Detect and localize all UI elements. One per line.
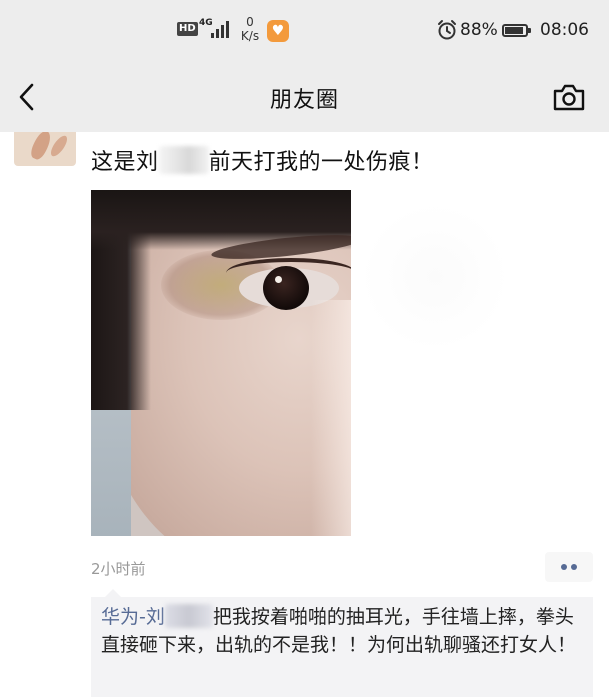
more-dots-icon[interactable] [545, 552, 593, 582]
comment-author[interactable]: 华为-刘 [101, 606, 165, 628]
camera-icon[interactable] [552, 82, 586, 112]
comment: 华为-刘 把我按着啪啪的抽耳光，手往墙上摔，拳头直接砸下来，出轨的不是我！！为何出… [101, 603, 587, 659]
post-photo[interactable] [91, 190, 351, 536]
photo-background [360, 202, 510, 352]
battery-icon [502, 24, 531, 37]
network-speed: 0 K/s [238, 15, 262, 43]
post-text-end: 前天打我的一处伤痕！ [208, 150, 434, 175]
redacted-name [158, 146, 209, 174]
comment-box: 华为-刘 把我按着啪啪的抽耳光，手往墙上摔，拳头直接砸下来，出轨的不是我！！为何出… [91, 589, 593, 697]
page-title: 朋友圈 [269, 88, 339, 113]
post-text-start: 这是刘 [91, 150, 159, 175]
clock: 08:06 [540, 20, 589, 40]
nav-bar: 朋友圈 [0, 62, 609, 132]
signal-icon [211, 20, 231, 38]
battery-fill [505, 27, 523, 34]
post-text: 这是刘 前天打我的一处伤痕！ [91, 144, 434, 176]
battery-percent: 88% [460, 20, 498, 40]
network-speed-value: 0 [246, 15, 254, 29]
app-notification-icon: ♥ [267, 20, 289, 42]
post-time: 2小时前 [91, 560, 146, 578]
network-speed-unit: K/s [240, 29, 260, 43]
hd-icon: HD [177, 22, 198, 36]
status-bar: HD 4G 0 K/s ♥ 88% 08:06 [0, 0, 609, 62]
alarm-icon [438, 20, 456, 40]
redacted-name [164, 604, 213, 628]
avatar[interactable] [14, 132, 76, 166]
moments-feed: 这是刘 前天打我的一处伤痕！ 2小时前 华为-刘 把我按着啪啪的抽耳光，手往墙上摔，… [0, 132, 609, 700]
